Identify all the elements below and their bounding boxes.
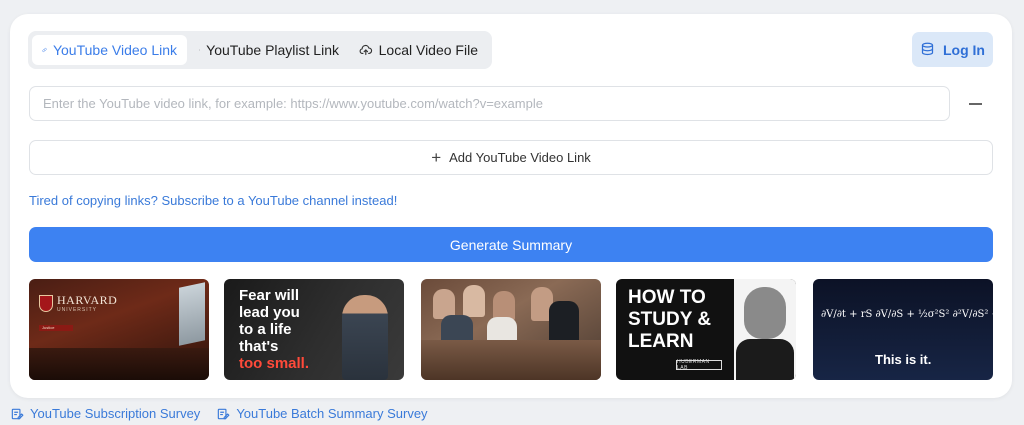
link-icon bbox=[42, 47, 47, 53]
subscribe-channel-link[interactable]: Tired of copying links? Subscribe to a Y… bbox=[29, 193, 397, 208]
login-button[interactable]: Log In bbox=[912, 32, 993, 67]
portrait-body bbox=[736, 339, 794, 380]
generate-summary-label: Generate Summary bbox=[449, 236, 573, 253]
plus-icon: + bbox=[431, 148, 442, 167]
survey-links: YouTube Subscription Survey YouTube Batc… bbox=[10, 406, 428, 421]
login-label: Log In bbox=[943, 41, 985, 58]
video-thumbnail-study-learn[interactable]: HOW TO STUDY & LEARN HUBERMAN LAB bbox=[616, 279, 796, 380]
thumbnail-screen bbox=[179, 282, 205, 346]
edit-note-icon bbox=[11, 408, 24, 419]
thumbnail-tag: Justice bbox=[39, 325, 73, 331]
remove-link-button[interactable] bbox=[965, 94, 985, 114]
tab-youtube-playlist-link[interactable]: YouTube Playlist Link bbox=[189, 35, 349, 65]
thumbnail-line-highlight: too small. bbox=[239, 355, 310, 372]
thumbnail-line: LEARN bbox=[628, 331, 694, 352]
cloud-upload-icon bbox=[359, 44, 373, 56]
tab-label: YouTube Playlist Link bbox=[206, 42, 339, 58]
tab-youtube-video-link[interactable]: YouTube Video Link bbox=[32, 35, 187, 65]
thumbnail-line: STUDY & bbox=[628, 309, 712, 330]
thumbnail-audience bbox=[29, 348, 209, 380]
thumbnail-line: lead you bbox=[239, 304, 300, 321]
tab-local-video-file[interactable]: Local Video File bbox=[349, 35, 488, 65]
subscription-survey-link[interactable]: YouTube Subscription Survey bbox=[10, 406, 200, 421]
thumbnail-desk bbox=[421, 340, 601, 380]
video-link-input[interactable] bbox=[29, 86, 950, 121]
thumbnail-channel-logo: HUBERMAN LAB bbox=[676, 359, 722, 371]
add-video-link-label: Add YouTube Video Link bbox=[449, 150, 591, 165]
thumbnail-text: Fear will lead you to a life that's too … bbox=[239, 287, 309, 372]
thumbnail-line: HOW TO bbox=[628, 287, 706, 308]
edit-note-icon bbox=[218, 408, 230, 419]
thumbnail-text: HOW TO STUDY & LEARN bbox=[628, 287, 711, 353]
tab-label: Local Video File bbox=[378, 42, 478, 58]
portrait-head bbox=[744, 287, 786, 339]
thumbnail-speaker bbox=[342, 295, 388, 380]
thumbnail-portrait bbox=[734, 279, 796, 380]
tab-label: YouTube Video Link bbox=[52, 42, 177, 58]
thumbnail-line: that's bbox=[239, 338, 279, 355]
video-thumbnail-harvard-justice[interactable]: HARVARD UNIVERSITY Justice bbox=[29, 279, 209, 380]
thumbnail-person bbox=[463, 285, 485, 317]
thumbnail-caption: This is it. bbox=[875, 352, 932, 367]
thumbnail-brand: HARVARD bbox=[57, 293, 118, 307]
video-thumbnail-fear[interactable]: Fear will lead you to a life that's too … bbox=[224, 279, 404, 380]
thumbnail-line: Fear will bbox=[239, 287, 300, 304]
generate-summary-button[interactable]: Generate Summary bbox=[29, 227, 993, 262]
add-video-link-button[interactable]: + Add YouTube Video Link bbox=[29, 140, 993, 175]
thumbnail-line: to a life bbox=[239, 321, 292, 338]
database-icon bbox=[921, 42, 934, 56]
video-thumbnail-classroom[interactable] bbox=[421, 279, 601, 380]
minus-icon bbox=[968, 103, 982, 105]
survey-label: YouTube Subscription Survey bbox=[30, 406, 201, 421]
link-icon bbox=[199, 49, 201, 51]
survey-label: YouTube Batch Summary Survey bbox=[236, 406, 428, 421]
main-card: YouTube Video Link YouTube Playlist Link… bbox=[10, 14, 1012, 398]
harvard-crest-icon bbox=[39, 295, 53, 312]
batch-summary-survey-link[interactable]: YouTube Batch Summary Survey bbox=[216, 406, 428, 421]
thumbnail-equation: ∂V/∂t + rS ∂V/∂S + ½σ²S² ∂²V/∂S² − rV = … bbox=[821, 309, 993, 320]
source-tabs: YouTube Video Link YouTube Playlist Link… bbox=[28, 31, 492, 69]
video-thumbnail-equation[interactable]: ∂V/∂t + rS ∂V/∂S + ½σ²S² ∂²V/∂S² − rV = … bbox=[813, 279, 993, 380]
thumbnail-sub: UNIVERSITY bbox=[57, 307, 98, 313]
